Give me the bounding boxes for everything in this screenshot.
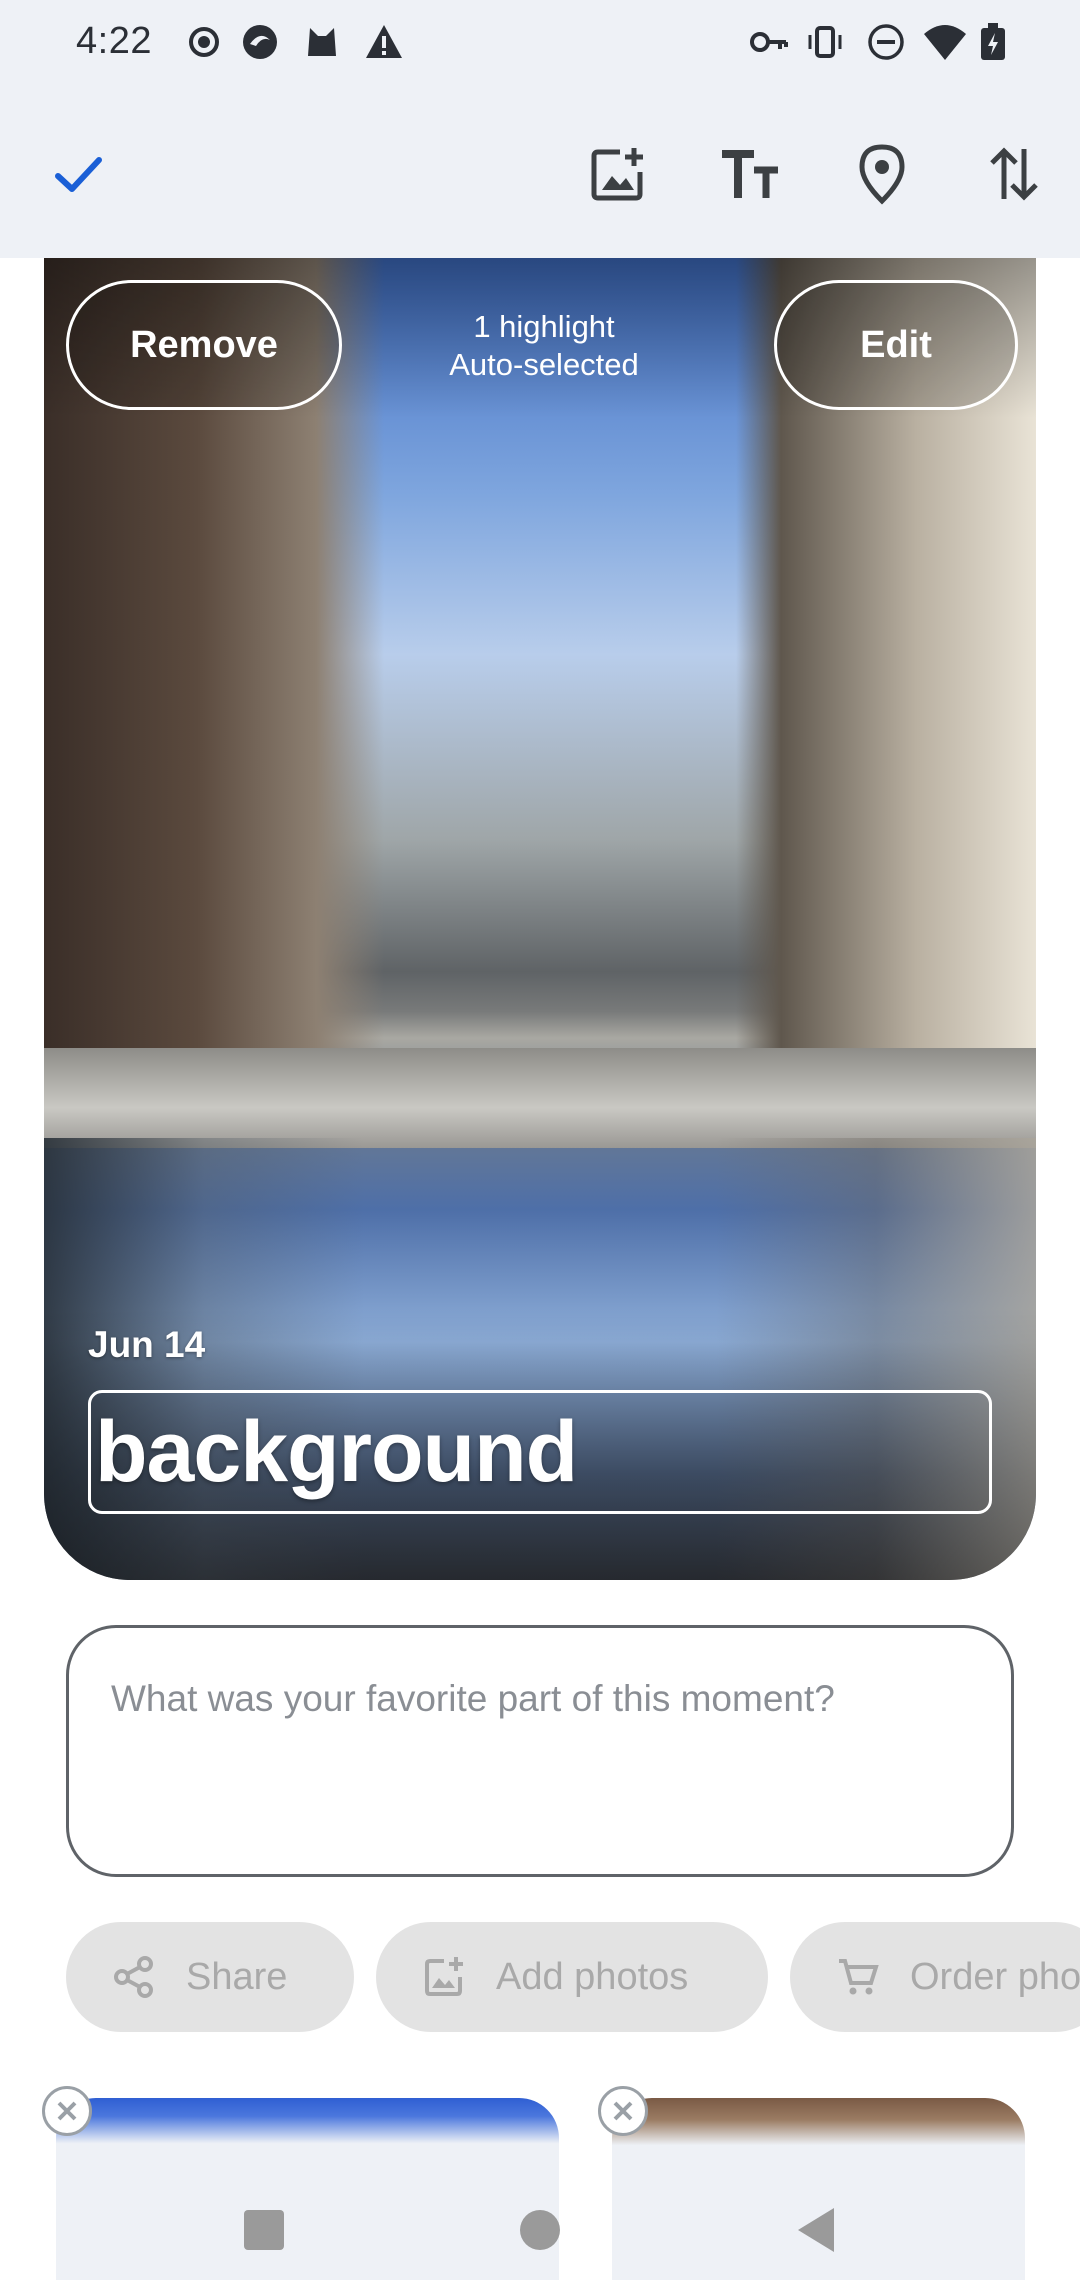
status-time: 4:22 — [76, 20, 152, 62]
vibrate-icon — [808, 26, 842, 58]
close-icon — [613, 2101, 633, 2121]
cart-icon — [839, 1959, 879, 1995]
screen: { "status_bar": { "time": "4:22", "icons… — [0, 0, 1080, 2280]
comment-placeholder: What was your favorite part of this mome… — [111, 1678, 835, 1719]
done-button[interactable] — [40, 136, 116, 212]
edit-button[interactable]: Edit — [774, 280, 1018, 410]
status-bar: 4:22 — [0, 0, 1080, 92]
share-chip[interactable]: Share — [66, 1922, 354, 2032]
text-size-button[interactable] — [712, 136, 788, 212]
add-photo-icon — [425, 1957, 463, 1996]
order-photos-label: Order pho — [910, 1955, 1080, 1998]
location-icon — [859, 144, 905, 205]
share-icon — [114, 1956, 153, 1998]
comment-input[interactable]: What was your favorite part of this mome… — [66, 1625, 1014, 1877]
home-button[interactable] — [504, 2194, 576, 2266]
back-icon — [798, 2208, 834, 2252]
share-label: Share — [186, 1955, 288, 1998]
remove-thumbnail-button[interactable] — [42, 2086, 92, 2136]
add-photos-label: Add photos — [496, 1955, 689, 1998]
editor-toolbar — [0, 92, 1080, 258]
memory-date: Jun 14 — [88, 1324, 206, 1365]
cat-icon — [308, 28, 336, 56]
reorder-button[interactable] — [976, 136, 1052, 212]
highlight-count: 1 highlight — [473, 309, 615, 344]
recents-icon — [244, 2210, 284, 2250]
do-not-disturb-icon — [868, 24, 904, 60]
warning-icon — [366, 25, 402, 58]
battery-icon — [981, 23, 1005, 60]
memory-title-input[interactable]: background — [88, 1390, 992, 1514]
back-button[interactable] — [780, 2194, 852, 2266]
highlight-photo-card[interactable]: Remove 1 highlight Auto-selected Edit Ju… — [44, 258, 1036, 1580]
add-photos-chip[interactable]: Add photos — [376, 1922, 768, 2032]
location-button[interactable] — [844, 136, 920, 212]
remove-button[interactable]: Remove — [66, 280, 342, 410]
add-photo-icon — [591, 148, 643, 201]
close-icon — [57, 2101, 77, 2121]
swap-vertical-icon — [990, 147, 1038, 201]
text-size-icon — [722, 150, 778, 198]
check-icon — [55, 157, 102, 192]
highlight-mode: Auto-selected — [449, 347, 639, 382]
photo-detail-road — [44, 1048, 1036, 1148]
system-nav-bar — [0, 2180, 1080, 2280]
app-icon — [243, 25, 277, 59]
highlight-info: 1 highlight Auto-selected — [424, 308, 664, 384]
add-photo-button[interactable] — [580, 136, 656, 212]
recents-button[interactable] — [228, 2194, 300, 2266]
home-icon — [520, 2210, 560, 2250]
key-icon — [750, 32, 788, 52]
wifi-icon — [924, 25, 966, 60]
record-icon — [189, 27, 219, 57]
remove-thumbnail-button[interactable] — [598, 2086, 648, 2136]
order-photos-chip[interactable]: Order pho — [790, 1922, 1080, 2032]
